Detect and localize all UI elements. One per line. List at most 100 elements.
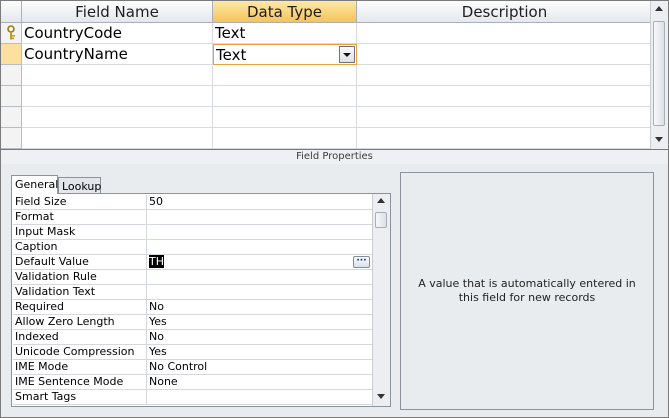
- row-selector[interactable]: [1, 65, 22, 86]
- property-row[interactable]: Input Mask: [13, 225, 373, 240]
- property-name: IME Sentence Mode: [13, 375, 147, 390]
- field-row[interactable]: CountryName Text: [1, 44, 653, 65]
- property-name: Unicode Compression: [13, 345, 147, 360]
- property-value[interactable]: No: [147, 300, 373, 315]
- field-name-cell[interactable]: CountryCode: [22, 23, 213, 44]
- empty-cell[interactable]: [22, 65, 213, 86]
- field-name-cell[interactable]: CountryName: [22, 44, 213, 65]
- row-selector-header: [1, 1, 22, 23]
- empty-cell[interactable]: [213, 128, 357, 149]
- field-properties-splitter: Field Properties: [0, 150, 669, 164]
- tab-lookup[interactable]: Lookup: [58, 177, 101, 194]
- property-row[interactable]: Smart Tags: [13, 390, 373, 405]
- builder-ellipsis-icon[interactable]: ···: [353, 256, 370, 268]
- empty-row[interactable]: [1, 65, 653, 86]
- empty-cell[interactable]: [213, 86, 357, 107]
- chevron-up-icon: [655, 6, 663, 11]
- scroll-thumb[interactable]: [653, 21, 665, 126]
- row-selector[interactable]: [1, 86, 22, 107]
- property-row[interactable]: Indexed No: [13, 330, 373, 345]
- property-row[interactable]: Validation Rule: [13, 270, 373, 285]
- column-header-description[interactable]: Description: [357, 1, 653, 23]
- property-sheet: Field Size 50 Format Input Mask Caption …: [11, 193, 391, 407]
- property-name: IME Mode: [13, 360, 147, 375]
- description-cell[interactable]: [357, 23, 653, 44]
- property-value[interactable]: [147, 390, 373, 405]
- chevron-down-icon: [655, 137, 663, 142]
- property-name: Required: [13, 300, 147, 315]
- empty-cell[interactable]: [22, 128, 213, 149]
- property-name: Caption: [13, 240, 147, 255]
- property-value[interactable]: [147, 270, 373, 285]
- property-row[interactable]: IME Sentence Mode None: [13, 375, 373, 390]
- property-row[interactable]: Caption: [13, 240, 373, 255]
- property-value[interactable]: Yes: [147, 315, 373, 330]
- empty-row[interactable]: [1, 86, 653, 107]
- property-name: Validation Text: [13, 285, 147, 300]
- field-row[interactable]: CountryCode Text: [1, 23, 653, 44]
- property-row[interactable]: IME Mode No Control: [13, 360, 373, 375]
- property-value[interactable]: No Control: [147, 360, 373, 375]
- property-value[interactable]: Yes: [147, 345, 373, 360]
- property-row[interactable]: Unicode Compression Yes: [13, 345, 373, 360]
- property-help-text: A value that is automatically entered in…: [400, 172, 654, 410]
- row-selector[interactable]: [1, 107, 22, 128]
- property-row[interactable]: Field Size 50: [13, 195, 373, 210]
- property-row[interactable]: Required No: [13, 300, 373, 315]
- property-row[interactable]: Default Value TH ···: [13, 255, 373, 270]
- tab-general[interactable]: General: [11, 175, 58, 194]
- empty-cell[interactable]: [22, 86, 213, 107]
- column-header-data-type[interactable]: Data Type: [213, 1, 357, 23]
- scroll-thumb[interactable]: [375, 212, 387, 228]
- property-value[interactable]: [147, 240, 373, 255]
- primary-key-icon: [7, 25, 15, 40]
- scroll-up-button[interactable]: [653, 3, 665, 17]
- empty-cell[interactable]: [22, 107, 213, 128]
- empty-row[interactable]: [1, 128, 653, 149]
- data-type-value: Text: [216, 46, 247, 64]
- row-selector[interactable]: [1, 44, 22, 65]
- row-selector[interactable]: [1, 128, 22, 149]
- field-design-grid: Field Name Data Type Description Country…: [0, 0, 669, 150]
- description-cell[interactable]: [357, 44, 653, 65]
- property-value[interactable]: None: [147, 375, 373, 390]
- property-name: Smart Tags: [13, 390, 147, 405]
- property-value[interactable]: [147, 225, 373, 240]
- column-header-field-name[interactable]: Field Name: [22, 1, 213, 23]
- chevron-down-icon: [343, 53, 351, 57]
- data-type-cell[interactable]: Text: [213, 23, 357, 44]
- chevron-up-icon: [377, 198, 385, 203]
- property-row[interactable]: Allow Zero Length Yes: [13, 315, 373, 330]
- property-name: Indexed: [13, 330, 147, 345]
- empty-cell[interactable]: [357, 128, 653, 149]
- property-value[interactable]: [147, 210, 373, 225]
- scroll-down-button[interactable]: [653, 133, 665, 147]
- property-name: Input Mask: [13, 225, 147, 240]
- grid-vertical-scrollbar[interactable]: [650, 1, 668, 149]
- property-name: Validation Rule: [13, 270, 147, 285]
- empty-cell[interactable]: [213, 65, 357, 86]
- property-vertical-scrollbar[interactable]: [372, 194, 390, 406]
- property-name: Format: [13, 210, 147, 225]
- property-row[interactable]: Format: [13, 210, 373, 225]
- empty-cell[interactable]: [357, 86, 653, 107]
- empty-cell[interactable]: [357, 65, 653, 86]
- property-value[interactable]: [147, 285, 373, 300]
- property-row[interactable]: Validation Text: [13, 285, 373, 300]
- default-value-input[interactable]: TH ···: [147, 255, 373, 270]
- property-value[interactable]: No: [147, 330, 373, 345]
- chevron-down-icon: [377, 394, 385, 399]
- property-name: Allow Zero Length: [13, 315, 147, 330]
- data-type-select[interactable]: Text: [213, 44, 357, 65]
- empty-row[interactable]: [1, 107, 653, 128]
- scroll-up-button[interactable]: [375, 195, 387, 209]
- property-name: Field Size: [13, 195, 147, 210]
- empty-cell[interactable]: [213, 107, 357, 128]
- dropdown-button[interactable]: [339, 46, 355, 63]
- property-name: Default Value: [13, 255, 147, 270]
- property-value: TH: [149, 255, 164, 268]
- empty-cell[interactable]: [357, 107, 653, 128]
- scroll-down-button[interactable]: [375, 390, 387, 404]
- property-value[interactable]: 50: [147, 195, 373, 210]
- row-selector[interactable]: [1, 23, 22, 44]
